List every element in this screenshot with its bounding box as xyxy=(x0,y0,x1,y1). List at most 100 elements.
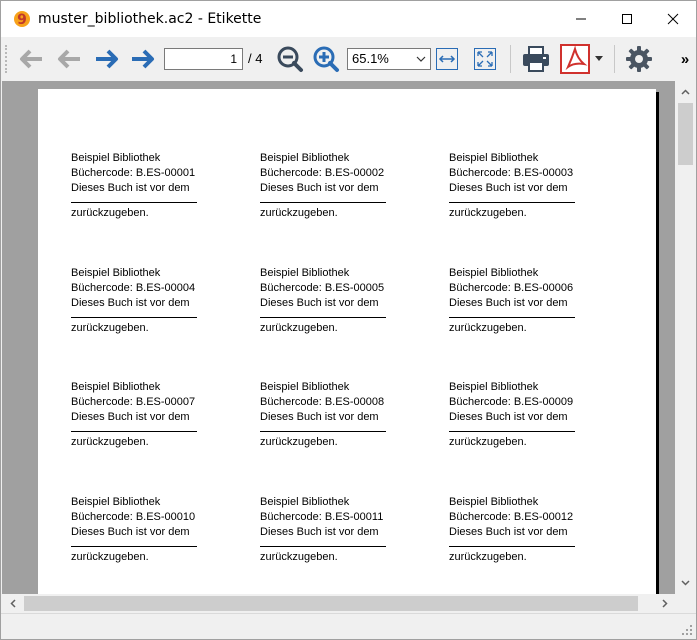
double-arrow-right-icon xyxy=(132,49,154,69)
minimize-button[interactable] xyxy=(558,1,604,37)
scroll-left-button[interactable] xyxy=(5,596,20,611)
scroll-down-button[interactable] xyxy=(678,575,693,590)
label-text: Dieses Buch ist vor dem xyxy=(260,297,379,309)
label-item: Beispiel Bibliothek Büchercode: B.ES-000… xyxy=(449,266,629,336)
label-date-line xyxy=(449,546,575,547)
document-viewer[interactable]: Beispiel Bibliothek Büchercode: B.ES-000… xyxy=(2,81,675,594)
close-button[interactable] xyxy=(650,1,696,37)
gear-icon xyxy=(626,46,652,72)
fit-width-button[interactable] xyxy=(433,43,461,75)
prev-page-button[interactable] xyxy=(53,43,85,75)
label-org: Beispiel Bibliothek xyxy=(260,496,350,508)
pdf-icon xyxy=(560,44,590,74)
title-bar[interactable]: 9 muster_bibliothek.ac2 - Etikette xyxy=(1,1,696,37)
document-page: Beispiel Bibliothek Büchercode: B.ES-000… xyxy=(38,89,656,594)
label-code: Büchercode: B.ES-00012 xyxy=(449,511,574,523)
label-date-line xyxy=(71,317,197,318)
last-page-button[interactable] xyxy=(127,43,159,75)
toolbar-grip[interactable] xyxy=(5,45,9,73)
export-pdf-button[interactable] xyxy=(558,43,592,75)
label-text: Dieses Buch ist vor dem xyxy=(449,182,568,194)
label-org: Beispiel Bibliothek xyxy=(449,496,539,508)
caret-down-icon xyxy=(595,56,603,61)
next-page-button[interactable] xyxy=(91,43,123,75)
label-tail: zurückzugeben. xyxy=(260,322,338,334)
zoom-in-icon xyxy=(313,46,339,72)
label-tail: zurückzugeben. xyxy=(71,207,149,219)
label-item: Beispiel Bibliothek Büchercode: B.ES-000… xyxy=(260,151,440,221)
label-text: Dieses Buch ist vor dem xyxy=(449,526,568,538)
toolbar: 1 / 4 65.1% » xyxy=(1,37,696,81)
label-date-line xyxy=(260,546,386,547)
zoom-select[interactable]: 65.1% xyxy=(347,48,431,70)
close-icon xyxy=(667,13,679,25)
toolbar-overflow-button[interactable]: » xyxy=(677,43,693,75)
label-tail: zurückzugeben. xyxy=(449,207,527,219)
label-text: Dieses Buch ist vor dem xyxy=(260,526,379,538)
settings-button[interactable] xyxy=(622,43,656,75)
label-text: Dieses Buch ist vor dem xyxy=(449,411,568,423)
chevron-right-icon xyxy=(661,599,668,608)
label-org: Beispiel Bibliothek xyxy=(449,152,539,164)
label-org: Beispiel Bibliothek xyxy=(71,152,161,164)
zoom-out-button[interactable] xyxy=(274,43,306,75)
page-total: / 4 xyxy=(248,51,263,66)
arrow-right-icon xyxy=(96,49,118,69)
label-text: Dieses Buch ist vor dem xyxy=(260,182,379,194)
label-org: Beispiel Bibliothek xyxy=(449,381,539,393)
chevron-down-icon xyxy=(681,579,690,586)
label-item: Beispiel Bibliothek Büchercode: B.ES-000… xyxy=(260,495,440,565)
label-date-line xyxy=(71,546,197,547)
label-text: Dieses Buch ist vor dem xyxy=(449,297,568,309)
pdf-options-dropdown[interactable] xyxy=(592,43,606,75)
print-button[interactable] xyxy=(519,43,553,75)
label-item: Beispiel Bibliothek Büchercode: B.ES-000… xyxy=(71,151,251,221)
label-tail: zurückzugeben. xyxy=(260,551,338,563)
label-tail: zurückzugeben. xyxy=(71,322,149,334)
label-tail: zurückzugeben. xyxy=(71,551,149,563)
label-tail: zurückzugeben. xyxy=(449,551,527,563)
fit-page-button[interactable] xyxy=(471,43,499,75)
scroll-right-button[interactable] xyxy=(657,596,672,611)
zoom-in-button[interactable] xyxy=(310,43,342,75)
resize-grip-icon[interactable] xyxy=(681,624,693,636)
maximize-button[interactable] xyxy=(604,1,650,37)
label-date-line xyxy=(449,317,575,318)
toolbar-separator xyxy=(614,45,615,73)
label-date-line xyxy=(449,431,575,432)
label-item: Beispiel Bibliothek Büchercode: B.ES-000… xyxy=(449,151,629,221)
label-text: Dieses Buch ist vor dem xyxy=(71,526,190,538)
label-org: Beispiel Bibliothek xyxy=(71,267,161,279)
label-code: Büchercode: B.ES-00011 xyxy=(260,511,384,523)
horizontal-scrollbar[interactable] xyxy=(2,594,675,613)
horizontal-scroll-thumb[interactable] xyxy=(24,596,638,611)
fit-width-icon xyxy=(436,48,458,70)
label-code: Büchercode: B.ES-00006 xyxy=(449,282,574,294)
zoom-value: 65.1% xyxy=(352,51,389,66)
double-arrow-left-icon xyxy=(20,49,42,69)
label-code: Büchercode: B.ES-00003 xyxy=(449,167,574,179)
label-org: Beispiel Bibliothek xyxy=(71,381,161,393)
vertical-scroll-thumb[interactable] xyxy=(678,103,693,165)
scroll-up-button[interactable] xyxy=(678,84,693,99)
window-title: muster_bibliothek.ac2 - Etikette xyxy=(38,11,262,27)
label-item: Beispiel Bibliothek Büchercode: B.ES-000… xyxy=(449,380,629,450)
label-org: Beispiel Bibliothek xyxy=(449,267,539,279)
status-bar xyxy=(1,613,696,639)
label-code: Büchercode: B.ES-00008 xyxy=(260,396,385,408)
label-date-line xyxy=(260,202,386,203)
label-code: Büchercode: B.ES-00007 xyxy=(71,396,196,408)
label-item: Beispiel Bibliothek Büchercode: B.ES-000… xyxy=(71,380,251,450)
fit-page-icon xyxy=(474,48,496,70)
label-org: Beispiel Bibliothek xyxy=(260,267,350,279)
app-logo-icon: 9 xyxy=(14,11,30,28)
label-item: Beispiel Bibliothek Büchercode: B.ES-000… xyxy=(260,380,440,450)
label-code: Büchercode: B.ES-00010 xyxy=(71,511,196,523)
first-page-button[interactable] xyxy=(15,43,47,75)
vertical-scrollbar[interactable] xyxy=(675,81,696,594)
label-text: Dieses Buch ist vor dem xyxy=(260,411,379,423)
page-number-input[interactable]: 1 xyxy=(164,48,243,70)
chevron-left-icon xyxy=(9,599,16,608)
chevron-down-icon xyxy=(416,56,426,62)
label-item: Beispiel Bibliothek Büchercode: B.ES-000… xyxy=(260,266,440,336)
